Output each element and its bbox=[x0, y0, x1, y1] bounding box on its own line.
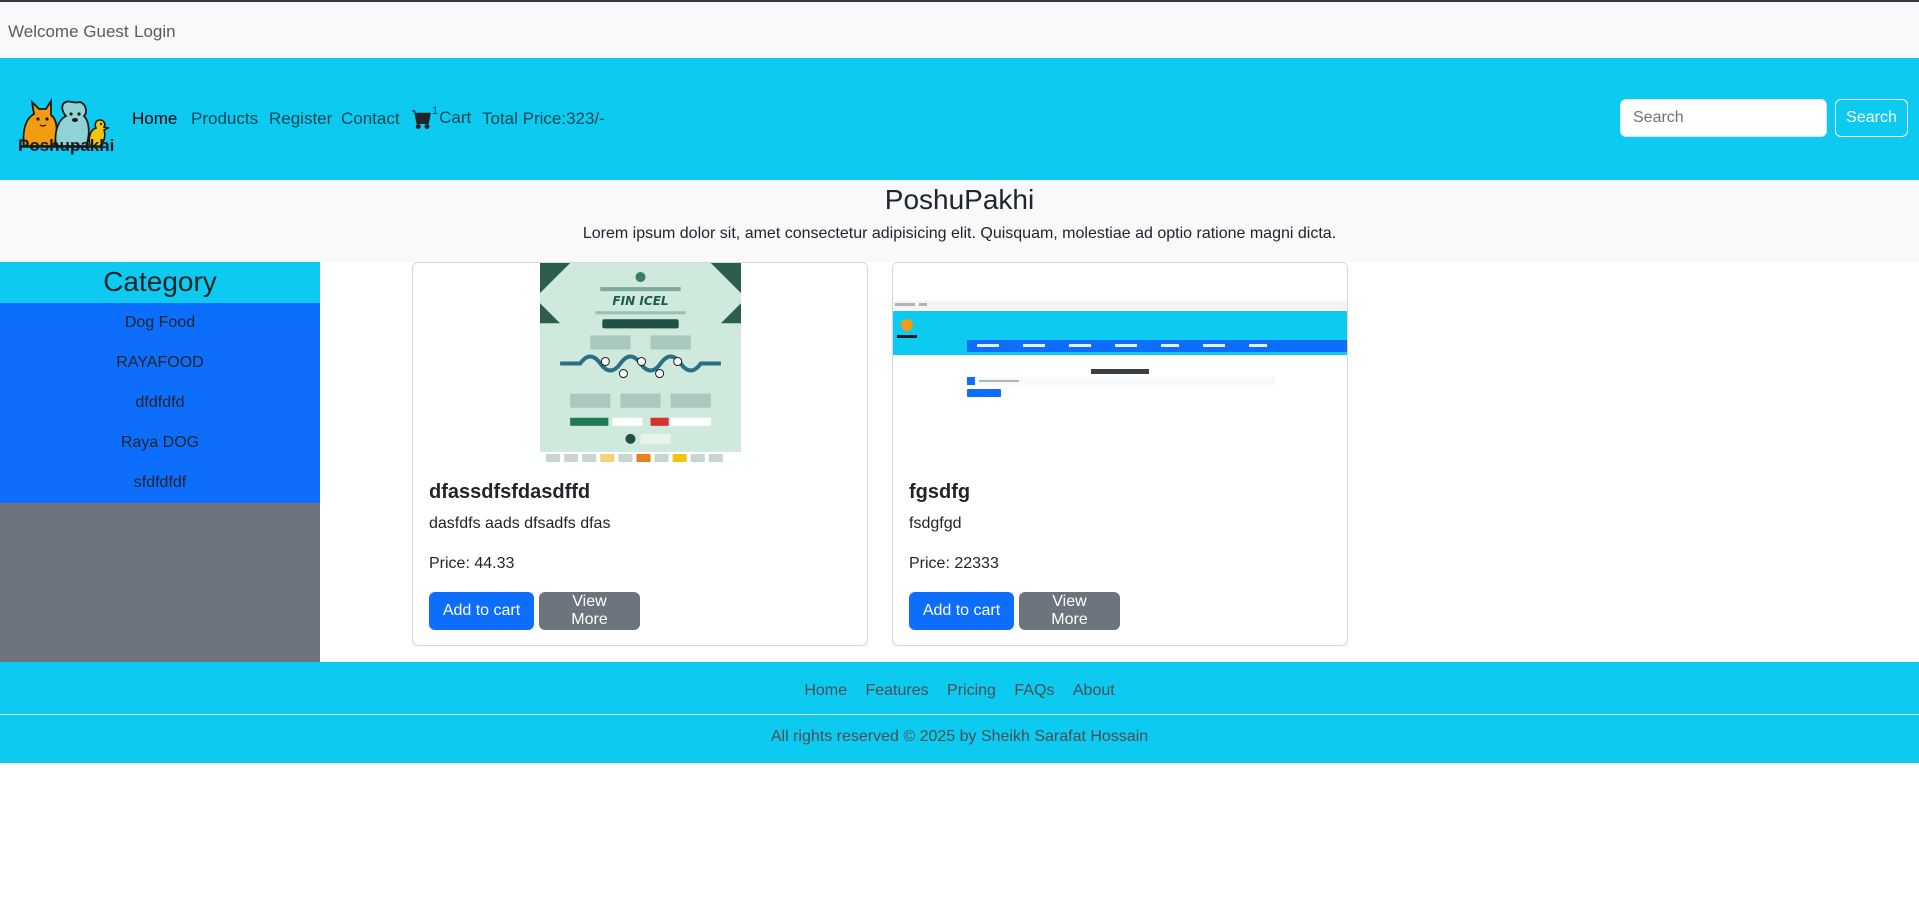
product-image[interactable] bbox=[893, 263, 1348, 464]
page-title: PoshuPakhi bbox=[884, 184, 1035, 215]
footer-link-features[interactable]: Features bbox=[865, 682, 928, 700]
total-price: Total Price:323/- bbox=[482, 109, 605, 128]
nav-register[interactable]: Register bbox=[269, 109, 332, 129]
footer-link-pricing[interactable]: Pricing bbox=[947, 682, 996, 700]
view-more-button[interactable]: View More bbox=[1019, 592, 1120, 630]
nav-home[interactable]: Home bbox=[132, 109, 177, 129]
product-title: fgsdfg bbox=[909, 481, 971, 503]
category-item[interactable]: Raya DOG bbox=[0, 423, 320, 463]
search-input[interactable] bbox=[1620, 99, 1827, 137]
footer: Home Features Pricing FAQs About All rig… bbox=[0, 662, 1919, 763]
product-title: dfassdfsfdasdffd bbox=[429, 481, 591, 503]
main-navbar: Poshupakhi Home Products Register Contac… bbox=[0, 58, 1919, 180]
product-card: FIN ICEL dfassdfsfdasdffd dasfdfs aads d… bbox=[412, 262, 868, 646]
product-card: fgsdfg fsdgfgd Price: 22333 Add to cart … bbox=[892, 262, 1348, 646]
nav-contact[interactable]: Contact bbox=[341, 109, 400, 129]
footer-link-faqs[interactable]: FAQs bbox=[1014, 682, 1054, 700]
category-list: Dog Food RAYAFOOD dfdfdfd Raya DOG sfdfd… bbox=[0, 303, 320, 503]
cart-count-badge: 1 bbox=[432, 105, 439, 117]
nav-cart[interactable]: 1 Cart bbox=[412, 105, 472, 129]
search-button[interactable]: Search bbox=[1835, 99, 1908, 137]
category-item[interactable]: RAYAFOOD bbox=[0, 343, 320, 383]
product-description: dasfdfs aads dfsadfs dfas bbox=[429, 515, 611, 532]
product-description: fsdgfgd bbox=[909, 515, 962, 532]
cart-label: Cart bbox=[439, 108, 472, 127]
category-item[interactable]: sfdfdfdf bbox=[0, 463, 320, 503]
svg-text:FIN ICEL: FIN ICEL bbox=[612, 294, 668, 308]
login-link[interactable]: Login bbox=[134, 22, 176, 42]
footer-divider bbox=[0, 714, 1919, 715]
cart-icon bbox=[412, 110, 431, 129]
add-to-cart-button[interactable]: Add to cart bbox=[429, 592, 534, 630]
product-price: Price: 44.33 bbox=[429, 555, 515, 572]
top-bar: Welcome Guest Login bbox=[0, 0, 1919, 58]
brand-name: Poshupakhi bbox=[18, 136, 115, 155]
product-image[interactable]: FIN ICEL bbox=[540, 263, 741, 464]
page-subtitle: Lorem ipsum dolor sit, amet consectetur … bbox=[582, 225, 1337, 242]
view-more-button[interactable]: View More bbox=[539, 592, 640, 630]
hero-section: PoshuPakhi Lorem ipsum dolor sit, amet c… bbox=[0, 180, 1919, 262]
welcome-text: Welcome Guest bbox=[8, 22, 129, 41]
footer-link-home[interactable]: Home bbox=[804, 682, 847, 700]
category-item[interactable]: Dog Food bbox=[0, 303, 320, 343]
footer-link-about[interactable]: About bbox=[1073, 682, 1115, 700]
add-to-cart-button[interactable]: Add to cart bbox=[909, 592, 1014, 630]
footer-nav: Home Features Pricing FAQs About bbox=[0, 682, 1919, 700]
nav-products[interactable]: Products bbox=[191, 109, 258, 129]
category-sidebar: Category Dog Food RAYAFOOD dfdfdfd Raya … bbox=[0, 262, 320, 662]
product-price: Price: 22333 bbox=[909, 555, 999, 572]
category-heading: Category bbox=[0, 262, 320, 303]
category-item[interactable]: dfdfdfd bbox=[0, 383, 320, 423]
footer-copyright: All rights reserved © 2025 by Sheikh Sar… bbox=[770, 728, 1149, 745]
